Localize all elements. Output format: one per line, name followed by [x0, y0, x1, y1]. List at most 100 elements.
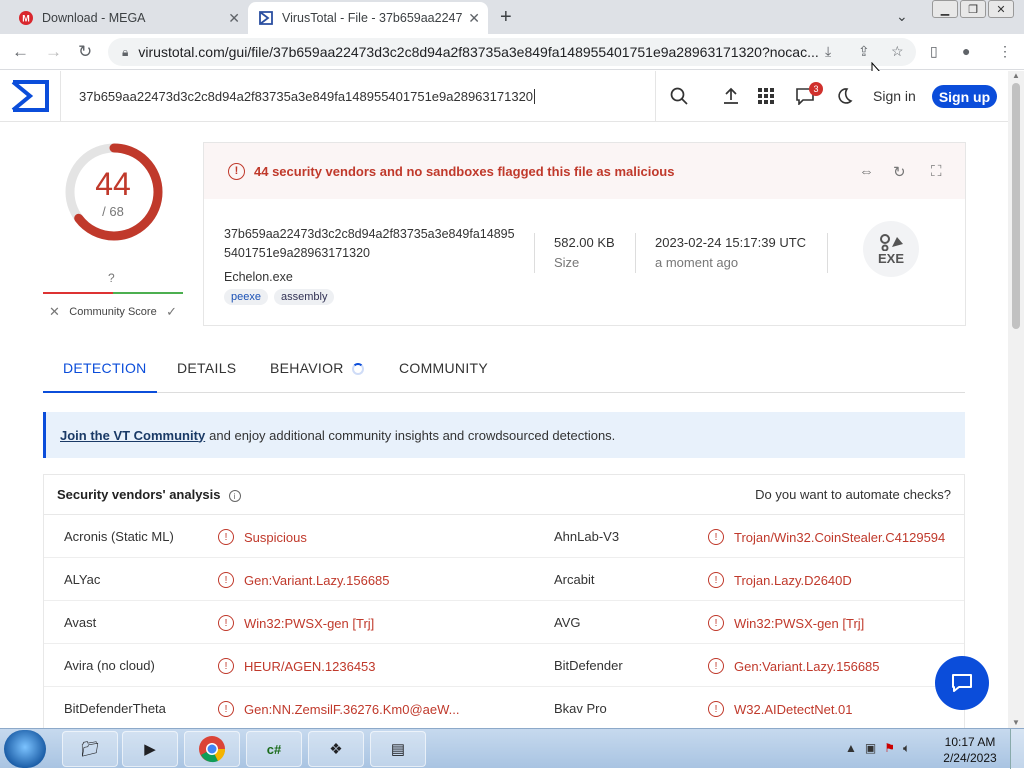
bookmark-star-icon[interactable]: ☆: [891, 43, 904, 60]
forward-arrow-icon[interactable]: →: [45, 42, 62, 62]
vendor-result-text: Trojan/Win32.CoinStealer.C4129594: [734, 529, 946, 545]
alert-icon: !: [218, 701, 234, 717]
chat-button[interactable]: [935, 656, 989, 710]
install-app-icon[interactable]: ⤓: [825, 43, 831, 60]
loading-spinner-icon: [351, 363, 364, 376]
vendor-result: ! Trojan.Lazy.D2640D: [708, 572, 852, 588]
alert-icon: !: [218, 572, 234, 588]
malicious-alert: ! 44 security vendors and no sandboxes f…: [204, 143, 965, 199]
csharp-icon[interactable]: c#: [246, 731, 302, 767]
explorer-icon[interactable]: 📁︎: [62, 731, 118, 767]
tab-detection[interactable]: DETECTION: [63, 360, 147, 376]
window-controls: ▁ ❐ ✕: [932, 0, 1014, 18]
tag-peexe[interactable]: peexe: [224, 289, 268, 305]
new-tab-button[interactable]: +: [500, 6, 512, 29]
vendor-result: ! W32.AIDetectNet.01: [708, 701, 853, 717]
vendor-result: ! Suspicious: [218, 529, 307, 545]
scroll-down-arrow-icon[interactable]: ▼: [1012, 718, 1020, 727]
dark-mode-icon[interactable]: [833, 85, 855, 107]
file-tags: peexe assembly: [224, 289, 335, 305]
search-input[interactable]: 37b659aa22473d3c2c8d94a2f83735a3e849fa14…: [60, 71, 656, 122]
media-player-icon[interactable]: ▶: [122, 731, 178, 767]
close-tab-icon[interactable]: ✕: [468, 10, 480, 27]
vendor-result: ! HEUR/AGEN.1236453: [218, 658, 376, 674]
tray-expand-icon[interactable]: ▲: [845, 741, 857, 756]
vendor-result: ! Win32:PWSX-gen [Trj]: [708, 615, 864, 631]
chrome-icon[interactable]: [184, 731, 240, 767]
chat-bubble-icon: [952, 674, 972, 692]
tab-community[interactable]: COMMUNITY: [399, 360, 488, 376]
tab-title: VirusTotal - File - 37b659aa22473: [282, 11, 462, 25]
clock-date: 2/24/2023: [943, 751, 997, 765]
vendor-name: ALYac: [64, 572, 101, 587]
tab-behavior[interactable]: BEHAVIOR: [270, 360, 364, 376]
vendors-title: Security vendors' analysis: [57, 487, 221, 502]
vendor-row: Avast! Win32:PWSX-gen [Trj] AVG! Win32:PWSX…: [44, 601, 964, 644]
virustotal-logo[interactable]: [10, 79, 50, 113]
info-icon[interactable]: i: [228, 490, 241, 502]
tab-mega[interactable]: M Download - MEGA ✕: [8, 2, 248, 34]
windows-taskbar: 📁︎ ▶ c# ❖ ▤ ▲ ▣ ⚑ 🔈︎ 10:17 AM 2/24/2023: [0, 728, 1024, 769]
compare-icon[interactable]: ⇔: [859, 163, 874, 180]
close-window-button[interactable]: ✕: [988, 0, 1014, 18]
volume-icon[interactable]: 🔈︎: [903, 741, 910, 756]
back-arrow-icon[interactable]: ←: [12, 42, 29, 62]
analysis-date-label: a moment ago: [655, 255, 739, 270]
community-score-bar: [43, 292, 183, 294]
reload-icon[interactable]: ↻: [78, 42, 92, 62]
sign-up-button[interactable]: Sign up: [932, 85, 997, 108]
tab-virustotal[interactable]: VirusTotal - File - 37b659aa22473 ✕: [248, 2, 488, 34]
search-icon[interactable]: [668, 85, 690, 107]
reanalyze-icon[interactable]: ↻: [893, 163, 906, 181]
vendor-result-text: Trojan.Lazy.D2640D: [734, 572, 852, 588]
vote-down-icon[interactable]: ✕: [49, 304, 60, 320]
upload-icon[interactable]: [720, 85, 742, 107]
tab-details[interactable]: DETAILS: [177, 360, 236, 376]
tag-assembly[interactable]: assembly: [273, 289, 335, 305]
menu-dots-icon[interactable]: ⋮: [998, 43, 1012, 60]
vendor-row: BitDefenderTheta! Gen:NN.ZemsilF.36276.Km…: [44, 687, 964, 730]
show-desktop-button[interactable]: [1010, 729, 1024, 769]
divider: [534, 233, 535, 273]
vendor-result-text: Win32:PWSX-gen [Trj]: [734, 615, 865, 631]
vendor-result: ! Gen:Variant.Lazy.156685: [708, 658, 880, 674]
maximize-button[interactable]: ❐: [960, 0, 986, 18]
start-button[interactable]: [4, 730, 46, 768]
sign-in-link[interactable]: Sign in: [873, 88, 916, 104]
action-center-icon[interactable]: ⚑: [884, 741, 895, 756]
automate-checks-link[interactable]: Do you want to automate checks?: [755, 487, 951, 502]
vendor-result: ! Trojan/Win32.CoinStealer.C4129594: [708, 529, 945, 545]
windows-update-icon[interactable]: ❖: [308, 731, 364, 767]
vendor-result: ! Gen:NN.ZemsilF.36276.Km0@aeW...: [218, 701, 460, 717]
vendors-analysis: Security vendors' analysis i Do you want …: [43, 474, 965, 734]
vendor-result: ! Gen:Variant.Lazy.156685: [218, 572, 390, 588]
share-icon[interactable]: ⇪: [858, 43, 870, 60]
scroll-up-arrow-icon[interactable]: ▲: [1012, 71, 1020, 80]
process-monitor-icon[interactable]: ▤: [370, 731, 426, 767]
scrollbar-thumb[interactable]: [1012, 83, 1020, 329]
alert-icon: !: [708, 701, 724, 717]
alert-icon: !: [708, 572, 724, 588]
vendor-row: Acronis (Static ML)! Suspicious AhnLab-V3!…: [44, 515, 964, 558]
page-scrollbar[interactable]: ▲ ▼: [1008, 71, 1024, 729]
close-tab-icon[interactable]: ✕: [228, 10, 240, 27]
address-bar[interactable]: 🔒︎ virustotal.com/gui/file/37b659aa22473…: [108, 38, 916, 66]
divider: [635, 233, 636, 273]
minimize-button[interactable]: ▁: [932, 0, 958, 18]
vendor-total: / 68: [102, 204, 124, 219]
vote-up-icon[interactable]: ✓: [166, 304, 177, 320]
join-community-link[interactable]: Join the VT Community: [60, 428, 205, 443]
network-icon[interactable]: ▣: [865, 741, 876, 756]
side-panel-icon[interactable]: ▯: [930, 43, 938, 60]
tab-search-chevron-icon[interactable]: ⌄: [896, 8, 908, 25]
profile-icon[interactable]: ●: [962, 43, 970, 59]
vendor-name: Bkav Pro: [554, 701, 607, 716]
vendor-result-text: Gen:NN.ZemsilF.36276.Km0@aeW...: [244, 701, 460, 717]
join-community-text: and enjoy additional community insights …: [209, 427, 616, 443]
divider: [827, 233, 828, 273]
apps-grid-icon[interactable]: [755, 85, 777, 107]
graph-icon[interactable]: ⛶: [931, 163, 942, 180]
vendors-list: Acronis (Static ML)! Suspicious AhnLab-V3!…: [44, 515, 964, 730]
clock[interactable]: 10:17 AM 2/24/2023: [935, 734, 1005, 766]
vendor-name: Acronis (Static ML): [64, 529, 174, 544]
